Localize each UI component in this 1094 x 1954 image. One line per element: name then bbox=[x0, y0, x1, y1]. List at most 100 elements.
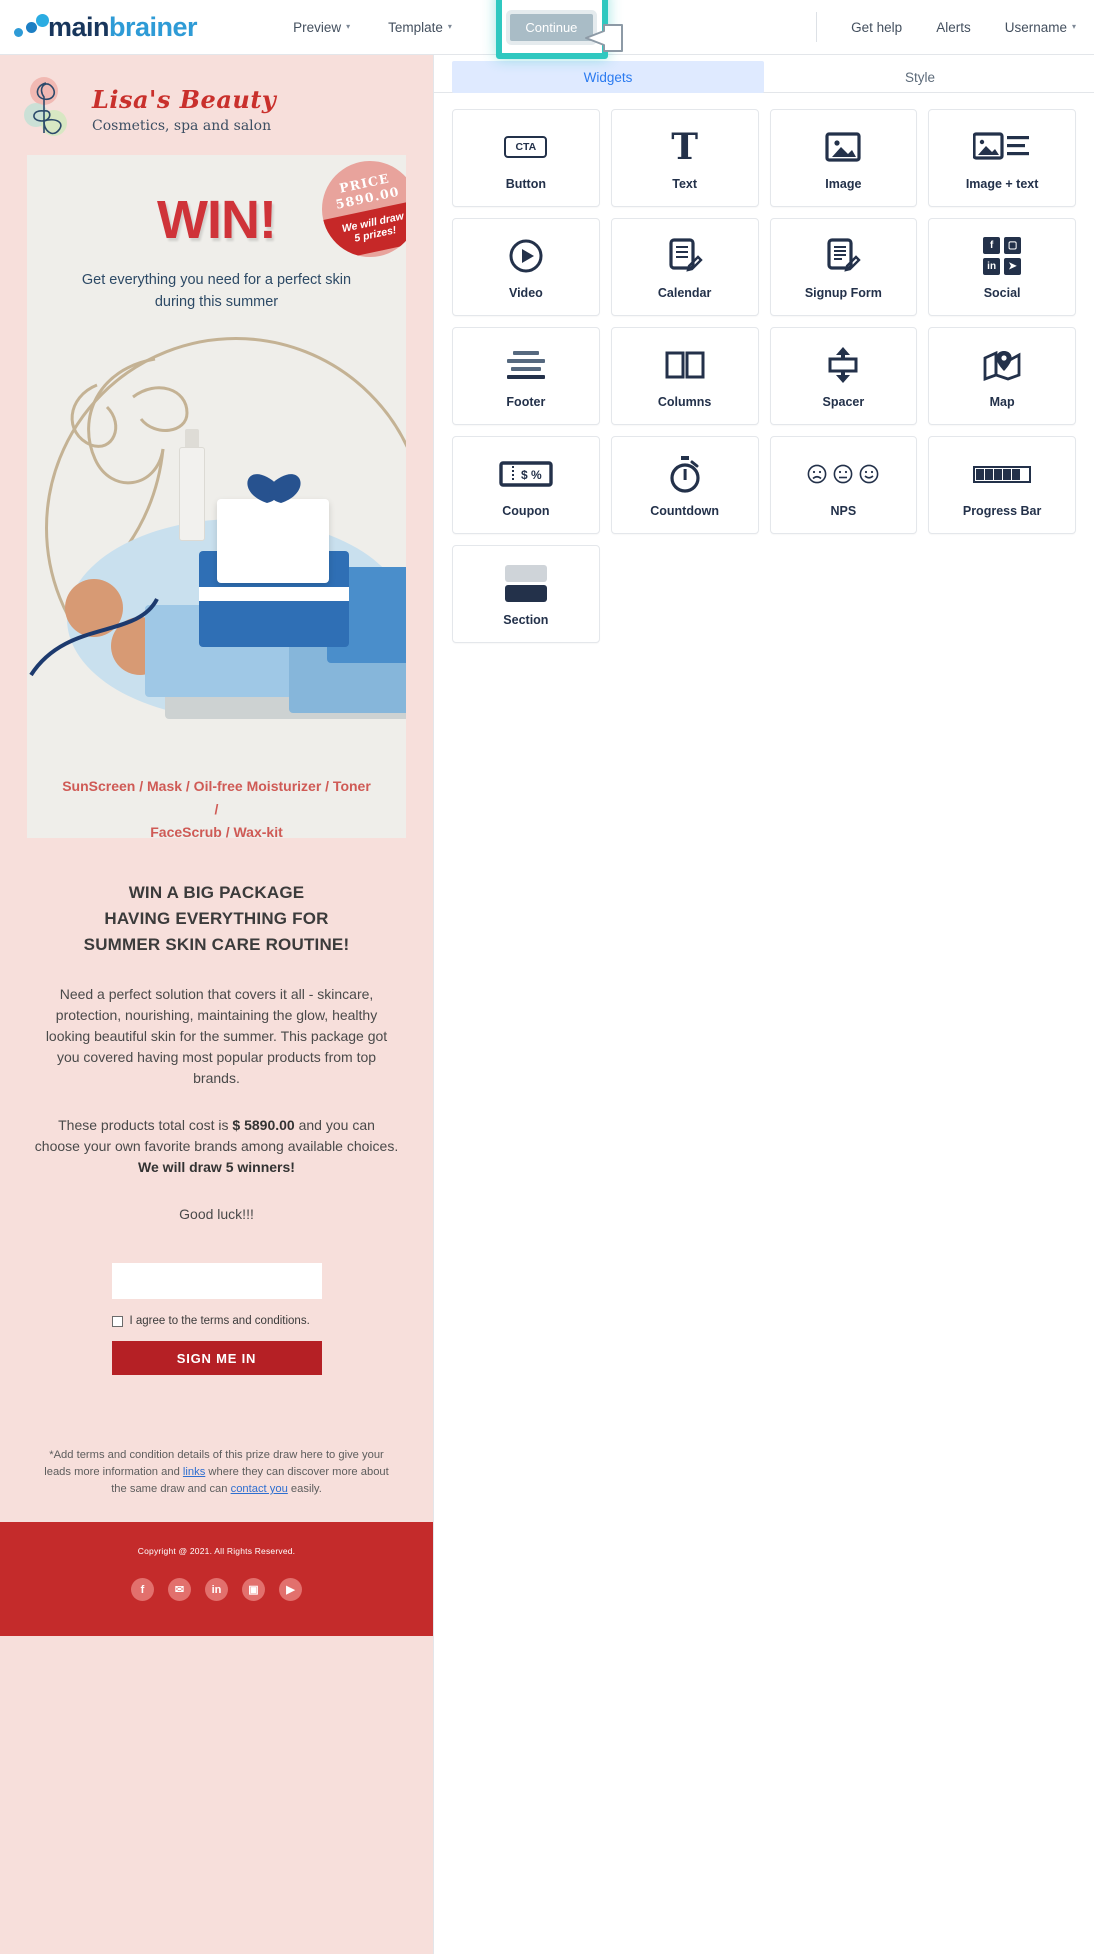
footer-social-row: f ✉ in ▣ ▶ bbox=[131, 1578, 302, 1601]
hero-subheadline-line1: Get everything you need for a perfect sk… bbox=[81, 272, 352, 288]
text-t-glyph: T bbox=[671, 126, 699, 168]
nav-item-template-label: Template bbox=[388, 19, 443, 35]
youtube-icon[interactable]: ▶ bbox=[279, 1578, 302, 1601]
text-t-icon: T bbox=[671, 125, 698, 169]
instagram-icon: ▢ bbox=[1004, 237, 1022, 254]
facebook-icon[interactable]: f bbox=[131, 1578, 154, 1601]
terms-disclaimer: *Add terms and condition details of this… bbox=[36, 1447, 397, 1498]
section-heading-line1: WIN A BIG PACKAGE bbox=[128, 883, 305, 902]
widget-section[interactable]: Section bbox=[452, 545, 600, 643]
widget-columns[interactable]: Columns bbox=[610, 327, 759, 425]
widget-image-text-label: Image + text bbox=[965, 177, 1039, 191]
email-preview-canvas[interactable]: Lisa's Beauty Cosmetics, spa and salon P… bbox=[0, 55, 433, 1954]
tab-style[interactable]: Style bbox=[764, 61, 1076, 93]
widget-text[interactable]: T Text bbox=[610, 109, 759, 207]
social-icon-grid: f ▢ in ➤ bbox=[983, 237, 1022, 275]
serum-bottle bbox=[179, 447, 205, 541]
product-list: SunScreen / Mask / Oil-free Moisturizer … bbox=[27, 759, 406, 838]
chevron-down-icon: ▾ bbox=[346, 22, 351, 31]
widget-button[interactable]: CTA Button bbox=[452, 109, 600, 207]
signup-form: I agree to the terms and conditions. SIG… bbox=[0, 1263, 433, 1375]
widget-image-label: Image bbox=[825, 177, 862, 191]
linkedin-icon: in bbox=[983, 258, 1001, 275]
widget-section-label: Section bbox=[503, 613, 549, 627]
nav-item-get-help[interactable]: Get help bbox=[847, 17, 906, 38]
nav-divider bbox=[816, 12, 818, 42]
email-hero-block[interactable]: PRICE 5890.00 We will draw 5 prizes! WIN… bbox=[27, 155, 406, 838]
widget-social[interactable]: f ▢ in ➤ Social bbox=[928, 218, 1076, 316]
hero-product-photo bbox=[27, 329, 406, 759]
nav-item-preview-label: Preview bbox=[293, 19, 342, 35]
footer-line-1 bbox=[512, 351, 539, 355]
two-columns-icon bbox=[665, 343, 705, 387]
svg-text:$ %: $ % bbox=[521, 468, 542, 482]
image-icon bbox=[825, 125, 861, 169]
sign-me-in-button[interactable]: SIGN ME IN bbox=[111, 1341, 322, 1375]
nav-item-template[interactable]: Template ▾ bbox=[384, 17, 456, 38]
cta-icon-label: CTA bbox=[504, 136, 548, 158]
widget-footer[interactable]: Footer bbox=[452, 327, 600, 425]
hero-subheadline: Get everything you need for a perfect sk… bbox=[63, 269, 370, 313]
stopwatch-icon bbox=[668, 452, 702, 496]
terms-link-contact-you[interactable]: contact you bbox=[231, 1483, 288, 1495]
continue-button[interactable]: Continue bbox=[509, 13, 593, 41]
section-heading-line2: HAVING EVERYTHING FOR bbox=[104, 909, 329, 928]
chevron-down-icon: ▾ bbox=[1071, 22, 1076, 31]
widget-video-label: Video bbox=[508, 286, 543, 300]
widget-calendar[interactable]: Calendar bbox=[610, 218, 759, 316]
widget-button-label: Button bbox=[505, 177, 546, 191]
footer-line-4 bbox=[506, 375, 545, 379]
widget-nps[interactable]: NPS bbox=[769, 436, 918, 534]
mainbrainer-logo[interactable]: mainbrainer bbox=[14, 12, 198, 43]
vertical-arrows-icon bbox=[826, 343, 860, 387]
product-list-line2: FaceScrub / Wax-kit bbox=[150, 824, 283, 838]
smiley-faces-icon bbox=[807, 452, 879, 496]
section-blocks-icon bbox=[504, 561, 547, 605]
email-brand-title: Lisa's Beauty bbox=[92, 84, 277, 114]
nav-item-preview[interactable]: Preview ▾ bbox=[289, 17, 354, 38]
good-luck-text: Good luck!!! bbox=[179, 1206, 254, 1222]
widget-calendar-label: Calendar bbox=[657, 286, 712, 300]
widget-image-text[interactable]: Image + text bbox=[928, 109, 1076, 207]
widget-signup-form-label: Signup Form bbox=[804, 286, 882, 300]
widget-signup-form[interactable]: Signup Form bbox=[769, 218, 918, 316]
widget-countdown[interactable]: Countdown bbox=[610, 436, 759, 534]
widget-spacer-label: Spacer bbox=[822, 395, 865, 409]
email-footer: Copyright @ 2021. All Rights Reserved. f… bbox=[0, 1522, 433, 1636]
top-navigation-bar: mainbrainer Preview ▾ Template ▾ Continu… bbox=[0, 0, 1094, 59]
logo-wordmark: mainbrainer bbox=[48, 12, 198, 43]
neutral-face-icon bbox=[833, 464, 853, 484]
linkedin-icon[interactable]: in bbox=[205, 1578, 228, 1601]
top-nav-right: Get help Alerts Username ▾ bbox=[816, 12, 1080, 42]
nav-item-username-label: Username bbox=[1004, 19, 1067, 35]
widgets-panel: Widgets Style CTA Button T Text Image Im… bbox=[433, 55, 1094, 1954]
terms-link-links[interactable]: links bbox=[183, 1466, 205, 1478]
widget-spacer[interactable]: Spacer bbox=[769, 327, 918, 425]
widget-coupon[interactable]: $ % Coupon bbox=[452, 436, 600, 534]
widget-video[interactable]: Video bbox=[452, 218, 600, 316]
terms-checkbox[interactable] bbox=[111, 1315, 123, 1327]
app-root: mainbrainer Preview ▾ Template ▾ Continu… bbox=[0, 0, 1094, 1954]
widget-coupon-label: Coupon bbox=[502, 504, 550, 518]
twitter-icon[interactable]: ✉ bbox=[168, 1578, 191, 1601]
widget-image[interactable]: Image bbox=[769, 109, 918, 207]
progress-bar-icon bbox=[973, 452, 1032, 496]
nav-item-alerts[interactable]: Alerts bbox=[932, 17, 975, 38]
email-input[interactable] bbox=[111, 1263, 322, 1299]
instagram-icon[interactable]: ▣ bbox=[242, 1578, 265, 1601]
nav-item-username[interactable]: Username ▾ bbox=[1001, 17, 1080, 38]
facebook-icon: f bbox=[983, 237, 1001, 254]
widget-grid: CTA Button T Text Image Image + text Vid… bbox=[434, 93, 1094, 659]
widget-map[interactable]: Map bbox=[928, 327, 1076, 425]
continue-button-wrapper: Continue bbox=[495, 0, 623, 59]
terms-agree-row[interactable]: I agree to the terms and conditions. bbox=[111, 1315, 322, 1327]
map-pin-icon bbox=[983, 343, 1021, 387]
play-circle-icon bbox=[509, 234, 543, 278]
footer-line-3 bbox=[510, 367, 541, 371]
form-pencil-icon bbox=[825, 234, 862, 278]
body-paragraph-2: These products total cost is $ 5890.00 a… bbox=[34, 1115, 399, 1178]
widget-progress-bar[interactable]: Progress Bar bbox=[928, 436, 1076, 534]
nav-item-alerts-label: Alerts bbox=[936, 19, 971, 35]
product-list-line1: SunScreen / Mask / Oil-free Moisturizer … bbox=[62, 778, 371, 817]
tab-widgets[interactable]: Widgets bbox=[452, 61, 764, 93]
